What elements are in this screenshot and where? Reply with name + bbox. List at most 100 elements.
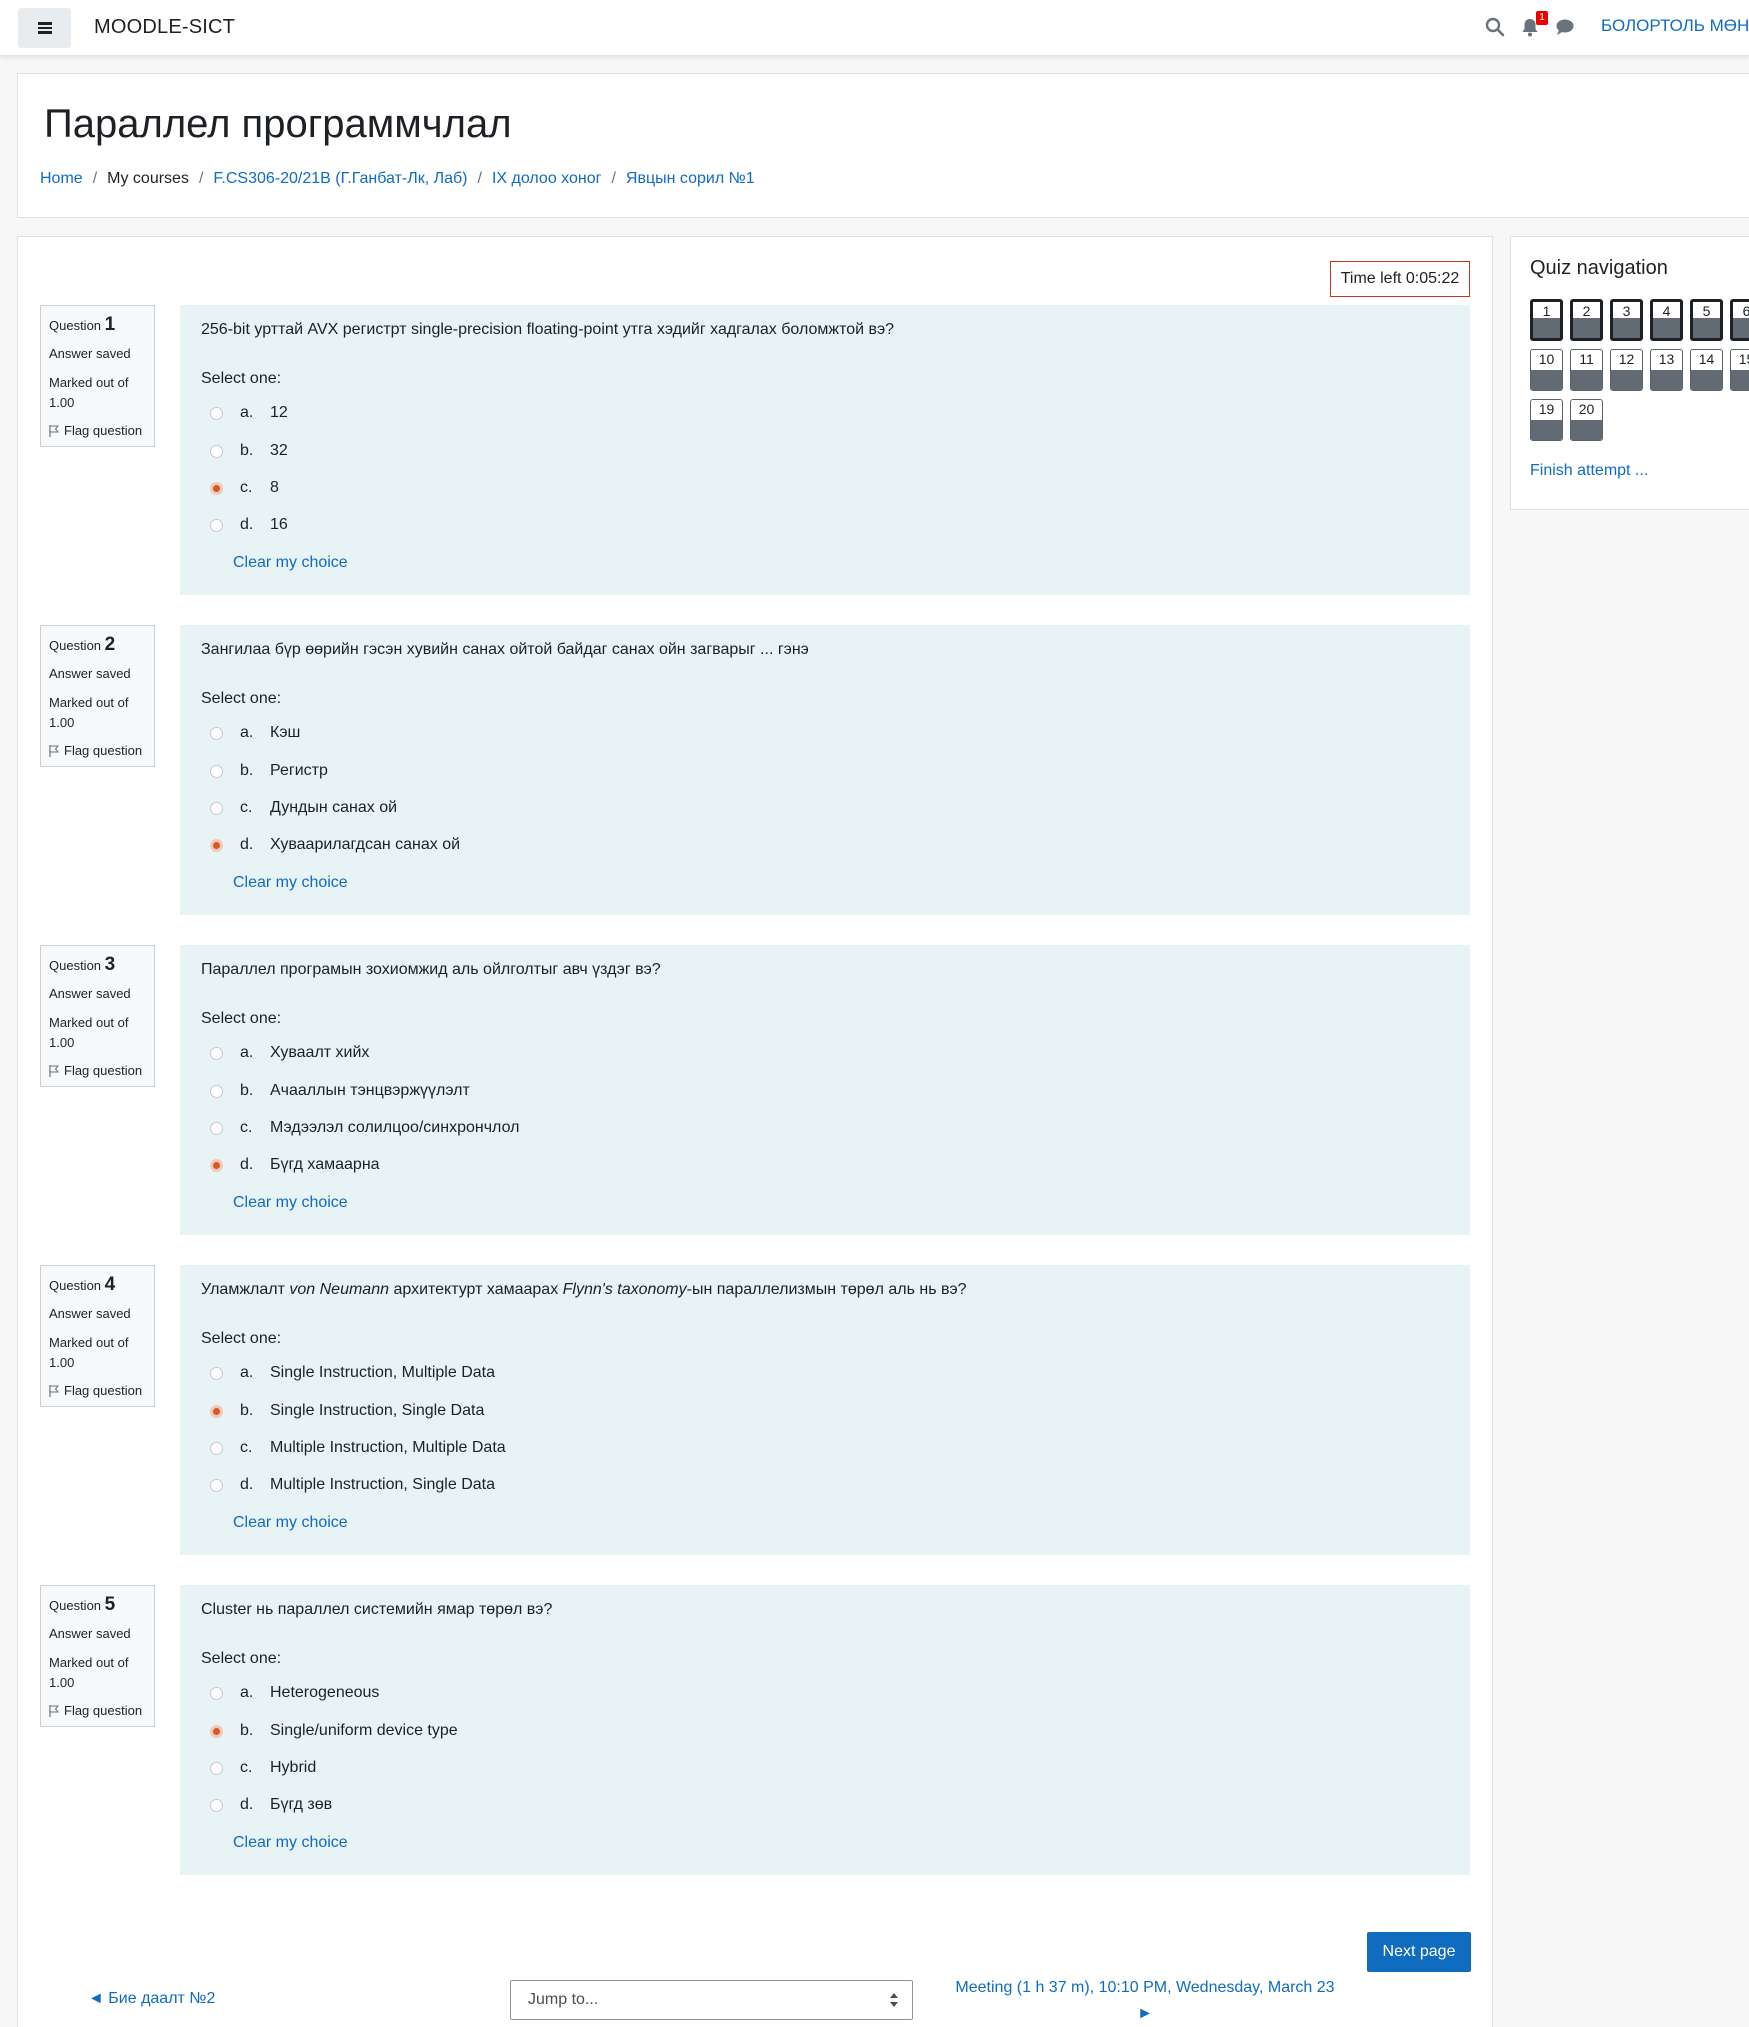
quiz-nav-button[interactable]: 4 [1650, 299, 1683, 341]
breadcrumb-quiz[interactable]: Явцын сорил №1 [626, 170, 755, 188]
quiz-nav-button[interactable]: 20 [1570, 399, 1603, 441]
flag-question-toggle[interactable]: Flag question [49, 1383, 146, 1398]
breadcrumb-course[interactable]: F.CS306-20/21B (Г.Ганбат-Лк, Лаб) [213, 170, 467, 188]
answer-radio[interactable] [210, 1084, 223, 1098]
quiz-nav-button[interactable]: 14 [1690, 349, 1723, 391]
answer-radio[interactable] [210, 801, 223, 815]
next-activity-link[interactable]: Meeting (1 h 37 m), 10:10 PM, Wednesday,… [950, 1975, 1340, 2027]
flag-question-toggle[interactable]: Flag question [49, 423, 146, 438]
answer-option[interactable]: d. Хуваарилагдсан санах ой [210, 833, 460, 857]
quiz-nav-button[interactable]: 5 [1690, 299, 1723, 341]
answer-letter: b. [240, 762, 254, 779]
next-page-button[interactable]: Next page [1367, 1932, 1471, 1972]
select-caret-icon [890, 1993, 898, 2007]
answer-radio[interactable] [210, 1366, 223, 1380]
answer-option[interactable]: b. Single/uniform device type [210, 1719, 458, 1743]
answer-radio[interactable] [210, 406, 223, 420]
answer-radio[interactable] [210, 1761, 223, 1775]
answer-radio[interactable] [210, 1121, 223, 1135]
answer-option[interactable]: a. Хуваалт хийх [210, 1041, 369, 1065]
question-info-box: Question 2 Answer saved Marked out of 1.00 F… [40, 625, 155, 767]
answer-option[interactable]: a. 12 [210, 401, 288, 425]
quiz-nav-button[interactable]: 12 [1610, 349, 1643, 391]
answer-radio[interactable] [210, 1441, 223, 1455]
breadcrumb-section[interactable]: IX долоо хоног [492, 170, 602, 188]
chat-bubble-icon[interactable] [1554, 16, 1576, 38]
answer-radio[interactable] [210, 444, 223, 458]
answer-option[interactable]: c. Multiple Instruction, Multiple Data [210, 1436, 506, 1460]
flag-question-label: Flag question [64, 743, 143, 758]
quiz-nav-button[interactable]: 11 [1570, 349, 1603, 391]
answer-radio[interactable] [210, 1724, 223, 1738]
mark-value: 1.00 [49, 395, 75, 410]
answer-option[interactable]: d. 16 [210, 513, 288, 537]
quiz-nav-button[interactable]: 2 [1570, 299, 1603, 341]
clear-choice-link[interactable]: Clear my choice [233, 874, 348, 892]
breadcrumb-home[interactable]: Home [40, 170, 83, 188]
quiz-nav-button[interactable]: 3 [1610, 299, 1643, 341]
flag-icon [49, 1064, 60, 1077]
jump-to-select[interactable]: Jump to... [510, 1980, 913, 2020]
answer-text: Single Instruction, Single Data [270, 1402, 485, 1419]
answer-option[interactable]: d. Бүгд хамаарна [210, 1153, 380, 1177]
breadcrumb-separator: / [198, 170, 204, 187]
user-menu-link[interactable]: БОЛОРТОЛЬ МӨНХ [1601, 16, 1749, 36]
quiz-nav-button[interactable]: 13 [1650, 349, 1683, 391]
quiz-nav-button[interactable]: 10 [1530, 349, 1563, 391]
answer-option[interactable]: b. Регистр [210, 759, 328, 783]
answer-radio[interactable] [210, 481, 223, 495]
answer-option[interactable]: b. Single Instruction, Single Data [210, 1399, 484, 1423]
answer-option[interactable]: d. Multiple Instruction, Single Data [210, 1473, 495, 1497]
answer-radio[interactable] [210, 1158, 223, 1172]
answer-option[interactable]: d. Бүгд зөв [210, 1793, 332, 1817]
answer-radio[interactable] [210, 838, 223, 852]
flag-question-toggle[interactable]: Flag question [49, 743, 146, 758]
answer-option[interactable]: a. Кэш [210, 721, 300, 745]
finish-attempt-link[interactable]: Finish attempt ... [1530, 462, 1648, 480]
answer-radio[interactable] [210, 1798, 223, 1812]
answer-radio[interactable] [210, 726, 223, 740]
answer-option[interactable]: c. Дундын санах ой [210, 796, 397, 820]
quiz-nav-button-number: 1 [1542, 303, 1551, 319]
answer-radio[interactable] [210, 1404, 223, 1418]
menu-toggle-button[interactable] [18, 8, 71, 48]
clear-choice-link[interactable]: Clear my choice [233, 1514, 348, 1532]
answered-indicator [1733, 318, 1749, 338]
answer-option[interactable]: c. Hybrid [210, 1756, 316, 1780]
quiz-nav-button[interactable]: 15 [1730, 349, 1749, 391]
answered-indicator [1731, 370, 1749, 390]
answer-radio[interactable] [210, 764, 223, 778]
answer-option[interactable]: a. Heterogeneous [210, 1681, 379, 1705]
quiz-nav-button[interactable]: 1 [1530, 299, 1563, 341]
clear-choice-link[interactable]: Clear my choice [233, 554, 348, 572]
clear-choice-link[interactable]: Clear my choice [233, 1194, 348, 1212]
site-name-link[interactable]: MOODLE-SICT [94, 16, 235, 39]
answered-indicator [1573, 318, 1600, 338]
quiz-nav-button[interactable]: 19 [1530, 399, 1563, 441]
answered-indicator [1693, 318, 1720, 338]
answer-option[interactable]: b. Ачааллын тэнцвэржүүлэлт [210, 1079, 470, 1103]
answered-indicator [1571, 420, 1602, 440]
search-icon[interactable] [1484, 16, 1506, 38]
answer-letter: d. [240, 836, 254, 853]
answer-radio[interactable] [210, 1478, 223, 1492]
flag-question-toggle[interactable]: Flag question [49, 1063, 146, 1078]
quiz-nav-button-number: 15 [1738, 351, 1749, 367]
answer-radio[interactable] [210, 1686, 223, 1700]
question-state: Answer saved [49, 1626, 131, 1641]
answer-option[interactable]: c. 8 [210, 476, 279, 500]
quiz-nav-button[interactable]: 6 [1730, 299, 1749, 341]
question-info-box: Question 3 Answer saved Marked out of 1.00 F… [40, 945, 155, 1087]
answer-option[interactable]: b. 32 [210, 439, 288, 463]
answer-text: Бүгд зөв [270, 1796, 333, 1813]
answer-option[interactable]: a. Single Instruction, Multiple Data [210, 1361, 495, 1385]
quiz-navigation-block: Quiz navigation 1234561011121314151920 F… [1510, 236, 1749, 510]
answer-option[interactable]: c. Мэдээлэл солилцоо/синхрончлол [210, 1116, 519, 1140]
question-text: Зангилаа бүр өөрийн гэсэн хувийн санах о… [201, 641, 809, 658]
answer-radio[interactable] [210, 518, 223, 532]
breadcrumb-separator: / [477, 170, 482, 187]
previous-activity-link[interactable]: ◄ Бие даалт №2 [88, 1990, 215, 2008]
flag-question-toggle[interactable]: Flag question [49, 1703, 146, 1718]
answer-radio[interactable] [210, 1046, 223, 1060]
clear-choice-link[interactable]: Clear my choice [233, 1834, 348, 1852]
